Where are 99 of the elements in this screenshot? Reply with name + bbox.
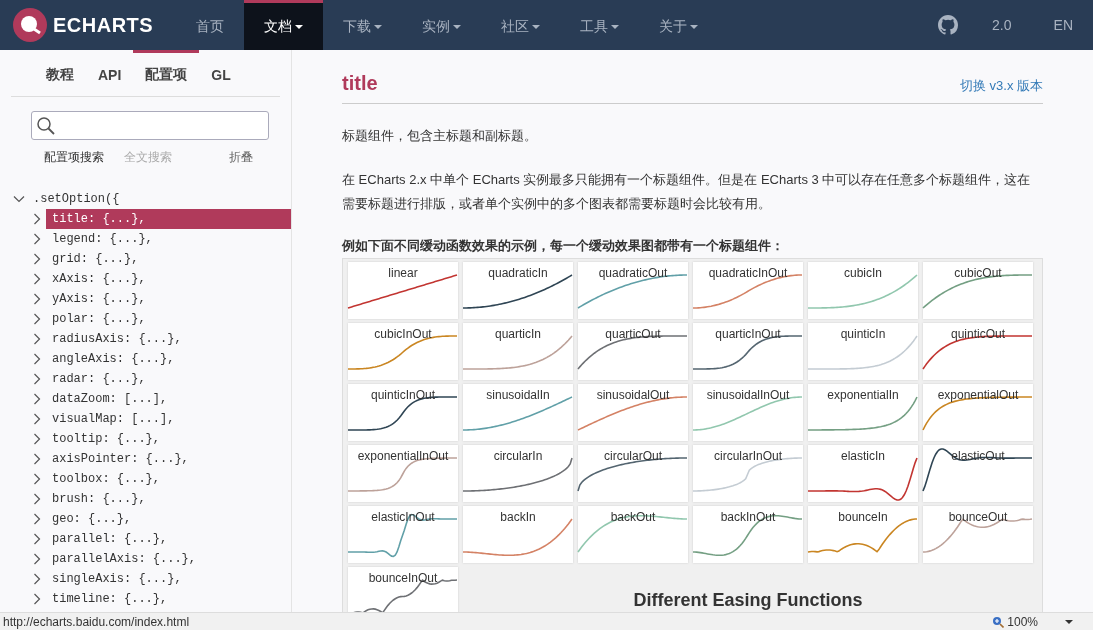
tree-item[interactable]: parallelAxis: {...}, xyxy=(46,549,291,569)
chart-title: cubicOut xyxy=(953,266,1003,280)
chart-title: backIn xyxy=(499,510,537,524)
tree-item[interactable]: dataZoom: [...], xyxy=(46,389,291,409)
description-text: 在 ECharts 2.x 中单个 ECharts 实例最多只能拥有一个标题组件。但是在 ECharts 3 中可以存在任意多个标题组件，这在需要标题进行排版，或者单个实例中的多个图表都需要标题时会比较有用。 xyxy=(342,171,1032,213)
zoom-level[interactable]: 100% xyxy=(1007,614,1038,629)
chart-title: bounceInOut xyxy=(367,571,439,585)
chart-title: cubicInOut xyxy=(373,327,433,341)
tree-item[interactable]: parallel: {...}, xyxy=(46,529,291,549)
collapse-link[interactable]: 折叠 xyxy=(229,148,253,166)
tree-item[interactable]: xAxis: {...}, xyxy=(46,269,291,289)
version-link[interactable]: 2.0 xyxy=(992,17,1012,33)
logo-text: ECHARTS xyxy=(53,13,154,37)
chart-title: quinticIn xyxy=(839,327,887,341)
status-url: http://echarts.baidu.com/index.html xyxy=(3,614,190,629)
tree-item[interactable]: singleAxis: {...}, xyxy=(46,569,291,589)
chevron-right-icon[interactable] xyxy=(31,593,43,605)
nav-item[interactable]: 实例 xyxy=(402,0,481,50)
sidebar-tab[interactable]: GL xyxy=(199,50,243,96)
chevron-right-icon[interactable] xyxy=(31,333,43,345)
chart-title: cubicIn xyxy=(843,266,883,280)
chevron-right-icon[interactable] xyxy=(31,293,43,305)
chevron-right-icon[interactable] xyxy=(31,453,43,465)
chart-title: linear xyxy=(387,266,419,280)
tree-item[interactable]: tooltip: {...}, xyxy=(46,429,291,449)
chart-title: exponentialInOut xyxy=(356,449,450,463)
tree-item[interactable]: axisPointer: {...}, xyxy=(46,449,291,469)
chart-title: elasticIn xyxy=(840,449,886,463)
chevron-right-icon[interactable] xyxy=(31,353,43,365)
tree-item[interactable]: yAxis: {...}, xyxy=(46,289,291,309)
chart-title: quadraticOut xyxy=(597,266,669,280)
chart-title: bounceIn xyxy=(837,510,889,524)
tree-item[interactable]: geo: {...}, xyxy=(46,509,291,529)
chevron-right-icon[interactable] xyxy=(31,393,43,405)
nav-item[interactable]: 工具 xyxy=(560,0,639,50)
tree-item[interactable]: angleAxis: {...}, xyxy=(46,349,291,369)
version-switch-link[interactable]: 切换 v3.x 版本 xyxy=(959,77,1043,95)
nav-item[interactable]: 下载 xyxy=(323,0,402,50)
nav-item[interactable]: 首页 xyxy=(176,0,244,50)
tree-item[interactable]: .setOption({ xyxy=(33,192,120,206)
chart-title: quarticOut xyxy=(604,327,662,341)
nav-item[interactable]: 关于 xyxy=(639,0,718,50)
search-field[interactable] xyxy=(31,111,269,140)
chart-title: circularInOut xyxy=(713,449,783,463)
tree-item[interactable]: grid: {...}, xyxy=(46,249,291,269)
nav-item[interactable]: 文档 xyxy=(244,0,323,50)
github-icon[interactable] xyxy=(938,15,959,35)
chevron-right-icon[interactable] xyxy=(31,533,43,545)
search-icon xyxy=(36,115,56,136)
tree-item[interactable]: radar: {...}, xyxy=(46,369,291,389)
tree-item[interactable]: visualMap: [...], xyxy=(46,409,291,429)
chart-title: quadraticIn xyxy=(487,266,549,280)
chevron-right-icon[interactable] xyxy=(31,413,43,425)
chart-title: backOut xyxy=(609,510,657,524)
tree-item[interactable]: brush: {...}, xyxy=(46,489,291,509)
chevron-right-icon[interactable] xyxy=(31,553,43,565)
tree-item[interactable]: toolbox: {...}, xyxy=(46,469,291,489)
chevron-right-icon[interactable] xyxy=(31,213,43,225)
chart-title: quinticInOut xyxy=(369,388,436,402)
chart-title: circularIn xyxy=(492,449,544,463)
chart-title: exponentialIn xyxy=(826,388,900,402)
chart-title: sinusoidalIn xyxy=(485,388,551,402)
chart-title: quarticIn xyxy=(494,327,542,341)
chevron-down-icon[interactable] xyxy=(13,193,25,205)
logo-icon xyxy=(13,8,47,42)
chevron-right-icon[interactable] xyxy=(31,233,43,245)
section-title: title xyxy=(342,72,378,95)
sidebar-tab[interactable]: 配置项 xyxy=(133,50,200,96)
chart-title: quadraticInOut xyxy=(707,266,789,280)
tree-item[interactable]: legend: {...}, xyxy=(46,229,291,249)
chart-title: backInOut xyxy=(719,510,777,524)
chart-title: bounceOut xyxy=(947,510,1009,524)
tree-item[interactable]: timeline: {...}, xyxy=(46,589,291,609)
chevron-right-icon[interactable] xyxy=(31,373,43,385)
tree-item[interactable]: polar: {...}, xyxy=(46,309,291,329)
example-heading: Different Easing Functions xyxy=(632,590,864,611)
chart-title: sinusoidalInOut xyxy=(705,388,791,402)
search-mode-tab[interactable]: 配置项搜索 xyxy=(44,148,104,166)
chevron-right-icon[interactable] xyxy=(31,573,43,585)
chevron-right-icon[interactable] xyxy=(31,473,43,485)
chart-title: sinusoidalOut xyxy=(595,388,671,402)
chevron-right-icon[interactable] xyxy=(31,273,43,285)
sidebar-tab[interactable]: 教程 xyxy=(34,50,86,96)
chevron-right-icon[interactable] xyxy=(31,313,43,325)
description-text: 标题组件，包含主标题和副标题。 xyxy=(342,127,538,145)
chevron-right-icon[interactable] xyxy=(31,253,43,265)
tree-item[interactable]: title: {...}, xyxy=(46,209,291,229)
nav-item[interactable]: 社区 xyxy=(481,0,560,50)
chevron-right-icon[interactable] xyxy=(31,493,43,505)
chart-title: quarticInOut xyxy=(714,327,782,341)
chart-title: circularOut xyxy=(603,449,663,463)
chevron-right-icon[interactable] xyxy=(31,433,43,445)
caret-icon[interactable] xyxy=(1065,619,1073,624)
zoom-icon[interactable] xyxy=(992,615,1005,628)
chevron-right-icon[interactable] xyxy=(31,513,43,525)
example-caption: 例如下面不同缓动函数效果的示例，每一个缓动效果图都带有一个标题组件： xyxy=(342,237,785,255)
language-link[interactable]: EN xyxy=(1053,17,1073,33)
sidebar-tab[interactable]: API xyxy=(86,50,134,96)
tree-item[interactable]: radiusAxis: {...}, xyxy=(46,329,291,349)
